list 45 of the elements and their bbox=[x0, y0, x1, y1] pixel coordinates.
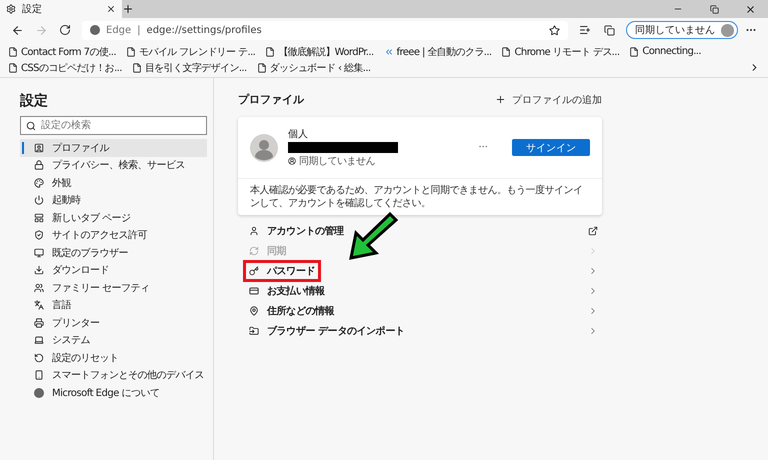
tab-title: 設定 bbox=[22, 2, 43, 16]
sign-in-button[interactable]: サインイン bbox=[512, 139, 590, 156]
bookmark[interactable]: Contact Form 7の使... bbox=[8, 44, 116, 59]
bookmark[interactable]: ダッシュボード ‹ 総集... bbox=[256, 60, 370, 75]
section-title: プロファイル bbox=[238, 92, 304, 107]
add-profile-button[interactable]: プロファイルの追加 bbox=[495, 92, 602, 106]
menu-item-label[interactable]: お支払い情報 bbox=[267, 284, 325, 298]
notice-text: 本人確認が必要であるため、アカウントと同期できません。もう一度サインインして、アカウントを確認してください。 bbox=[238, 178, 602, 215]
sidebar-item[interactable]: サイトのアクセス許可 bbox=[20, 226, 207, 244]
sync-status-button[interactable]: 同期していません bbox=[626, 21, 738, 39]
url-text: edge://settings/profiles bbox=[146, 24, 263, 36]
sidebar-item[interactable]: 外観 bbox=[20, 174, 207, 192]
sidebar-item[interactable]: Microsoft Edge について bbox=[20, 384, 207, 402]
separator-text: | bbox=[137, 24, 141, 36]
more-button[interactable]: ··· bbox=[472, 141, 494, 154]
sidebar-item[interactable]: 設定のリセット bbox=[20, 349, 207, 366]
bookmark[interactable]: モバイル フレンドリー テ... bbox=[126, 44, 256, 59]
profile-name: 個人 bbox=[288, 128, 309, 141]
menu-item-label[interactable]: アカウントの管理 bbox=[267, 224, 344, 238]
menu-item-label[interactable]: 住所などの情報 bbox=[267, 304, 334, 318]
sidebar-item[interactable]: システム bbox=[20, 332, 207, 349]
sidebar-item[interactable]: ダウンロード bbox=[20, 262, 207, 279]
sidebar-title: 設定 bbox=[20, 92, 49, 110]
sidebar-item[interactable]: 新しいタブ ページ bbox=[20, 209, 207, 226]
bookmark[interactable]: 目を引く文字デザイン... bbox=[132, 60, 247, 75]
sidebar-item[interactable]: ファミリー セーフティ bbox=[20, 279, 207, 296]
bookmark[interactable]: CSSのコピペだけ！お... bbox=[8, 60, 122, 75]
bookmark[interactable]: 【徹底解説】WordPr... bbox=[265, 44, 374, 59]
menu-item-label[interactable]: パスワード bbox=[267, 264, 316, 278]
search-field[interactable]: 設定の検索 bbox=[20, 116, 207, 135]
menu-item-label[interactable]: ブラウザー データのインポート bbox=[267, 324, 404, 338]
bookmark[interactable]: Chrome リモート デス... bbox=[501, 44, 620, 59]
site-label: Edge bbox=[106, 24, 132, 36]
sync-status-text: 同期していません bbox=[299, 154, 375, 168]
sidebar-item[interactable]: プライバシー、検索、サービス bbox=[20, 156, 207, 174]
bookmark[interactable]: Connecting... bbox=[629, 44, 701, 59]
sidebar-item[interactable]: 言語 bbox=[20, 296, 207, 314]
sidebar-item[interactable]: プリンター bbox=[20, 314, 207, 332]
browser-tab[interactable]: 設定 bbox=[0, 0, 122, 18]
sidebar-item[interactable]: プロファイル bbox=[20, 139, 207, 156]
bookmark[interactable]: freee | 全自動のクラ... bbox=[384, 44, 492, 59]
sidebar-item[interactable]: 起動時 bbox=[20, 192, 207, 209]
address-field[interactable]: Edge | edge://settings/profiles bbox=[82, 20, 568, 40]
sidebar-item[interactable]: スマートフォンとその他のデバイス bbox=[20, 366, 207, 384]
sidebar-item[interactable]: 既定のブラウザー bbox=[20, 244, 207, 262]
